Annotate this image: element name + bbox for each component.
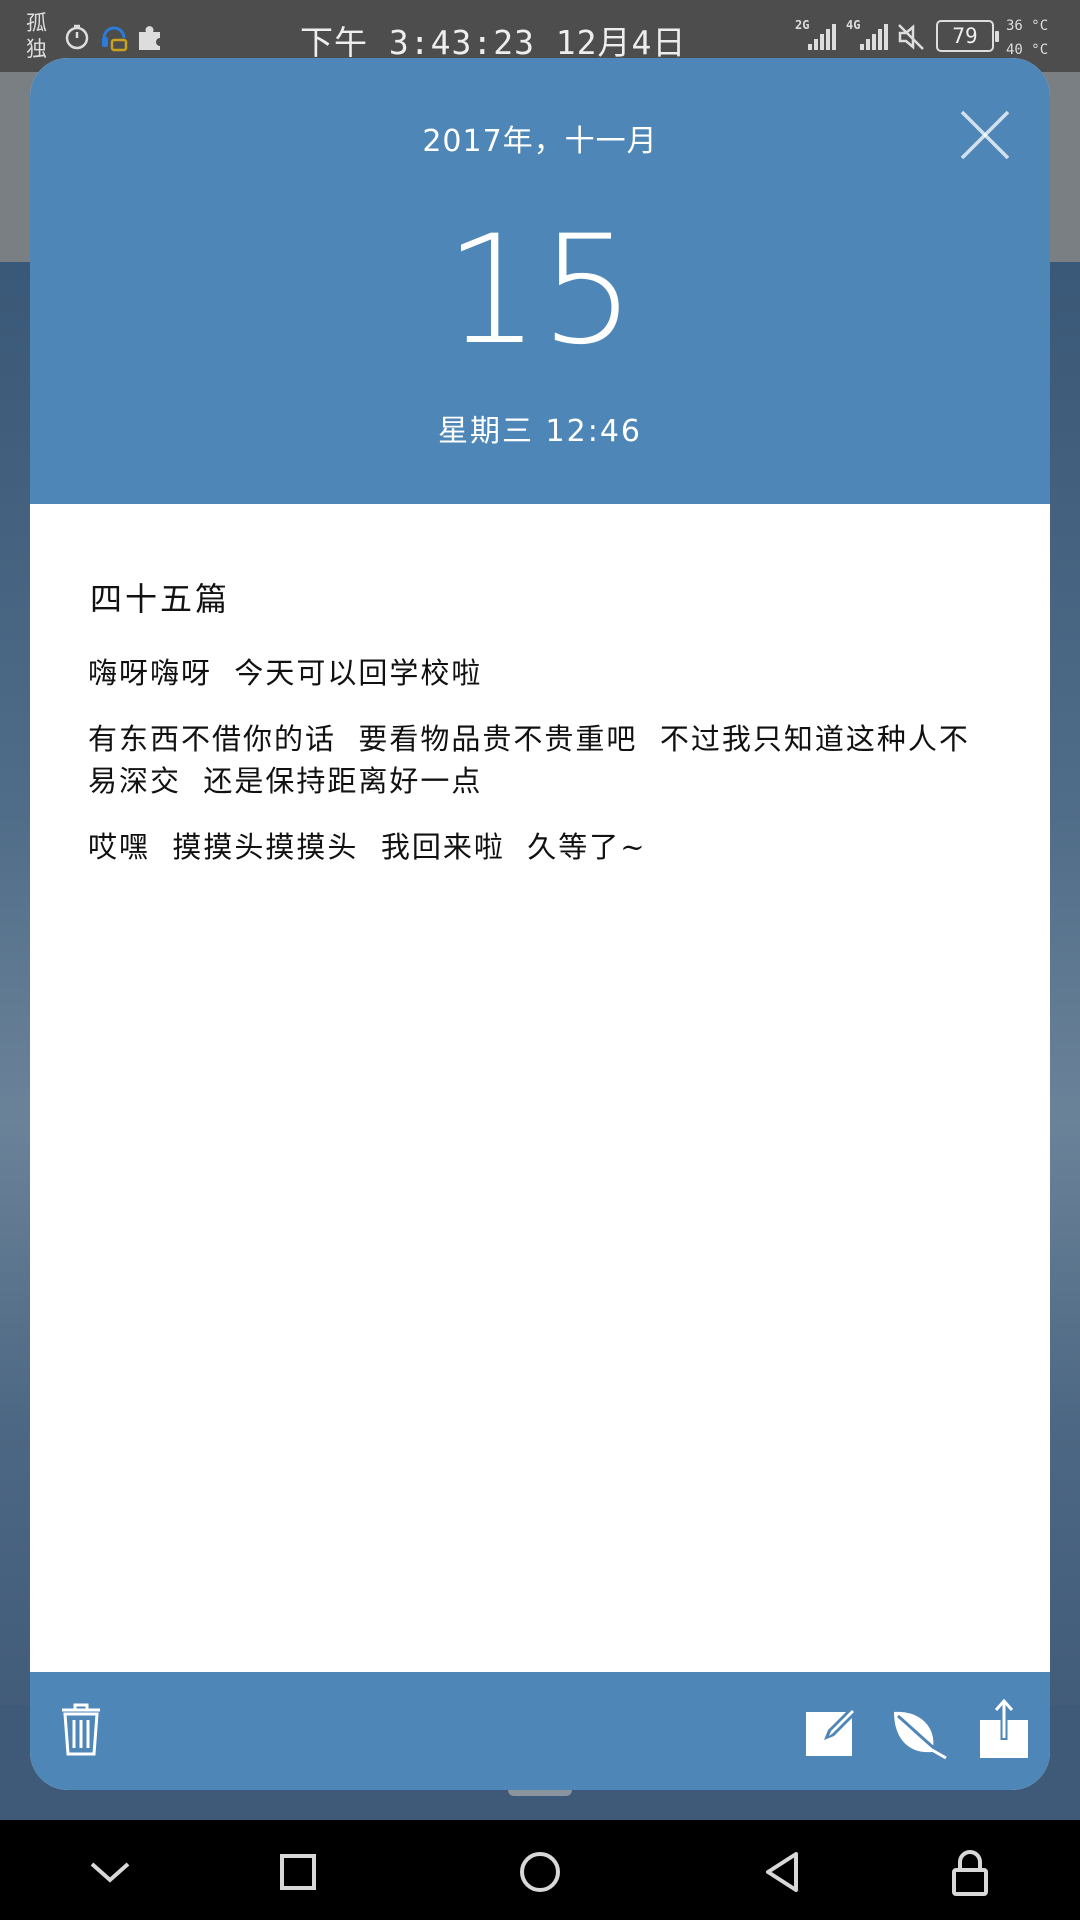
delete-icon	[62, 1703, 100, 1756]
carrier-label: 孤独	[26, 11, 47, 61]
entry-text: 嗨呀嗨呀 今天可以回学校啦 有东西不借你的话 要看物品贵不贵重吧 不过我只知道这…	[88, 652, 988, 892]
action-bar	[30, 1672, 1050, 1790]
close-icon	[960, 110, 1010, 160]
entry-paragraph: 有东西不借你的话 要看物品贵不贵重吧 不过我只知道这种人不易深交 还是保持距离好…	[88, 722, 970, 798]
back-button[interactable]	[754, 1844, 810, 1900]
navigation-bar	[0, 1820, 1080, 1920]
home-button[interactable]	[512, 1844, 568, 1900]
day-number: 15	[444, 204, 636, 378]
temperature-readout: 36 °C 40 °C	[1006, 14, 1048, 62]
temp-top: 36 °C	[1006, 18, 1049, 34]
signal-icon	[808, 24, 836, 50]
network-type-secondary: 4G	[846, 18, 861, 32]
leaf-button[interactable]	[888, 1698, 950, 1760]
lock-icon	[952, 1850, 988, 1896]
puzzle-icon	[139, 26, 160, 50]
diary-entry-dialog: 2017年，十一月 15 星期三 12:46 四十五篇 嗨呀嗨呀 今天可以回学校…	[30, 58, 1050, 1790]
recent-apps-button[interactable]	[270, 1844, 326, 1900]
signal-icon-secondary	[860, 24, 888, 50]
home-icon	[520, 1852, 560, 1892]
mute-icon	[898, 24, 924, 50]
lock-button[interactable]	[942, 1844, 998, 1900]
leaf-icon	[894, 1711, 947, 1760]
timer-icon	[65, 24, 89, 50]
year-month-label: 2017年，十一月	[422, 124, 658, 159]
delete-button[interactable]	[50, 1698, 112, 1760]
edit-button[interactable]	[802, 1698, 864, 1760]
close-button[interactable]	[958, 108, 1012, 162]
entry-title: 四十五篇	[90, 580, 231, 618]
recent-apps-icon	[280, 1854, 316, 1890]
entry-body[interactable]: 四十五篇 嗨呀嗨呀 今天可以回学校啦 有东西不借你的话 要看物品贵不贵重吧 不过…	[30, 504, 1050, 1672]
chevron-down-button[interactable]	[82, 1844, 138, 1900]
chevron-down-icon	[90, 1862, 130, 1883]
edit-icon	[806, 1706, 858, 1756]
entry-paragraph: 嗨呀嗨呀 今天可以回学校啦	[88, 656, 483, 690]
headset-icon	[102, 26, 128, 52]
entry-paragraph: 哎嘿 摸摸头摸摸头 我回来啦 久等了~	[88, 830, 647, 864]
share-icon	[980, 1698, 1028, 1758]
weekday-time-label: 星期三 12:46	[438, 414, 642, 449]
status-time: 下午 3:43:23 12月4日	[300, 23, 687, 62]
back-icon	[766, 1852, 798, 1892]
battery-icon: 79	[936, 20, 999, 52]
share-button[interactable]	[974, 1698, 1036, 1760]
date-header: 2017年，十一月 15 星期三 12:46	[30, 58, 1050, 504]
